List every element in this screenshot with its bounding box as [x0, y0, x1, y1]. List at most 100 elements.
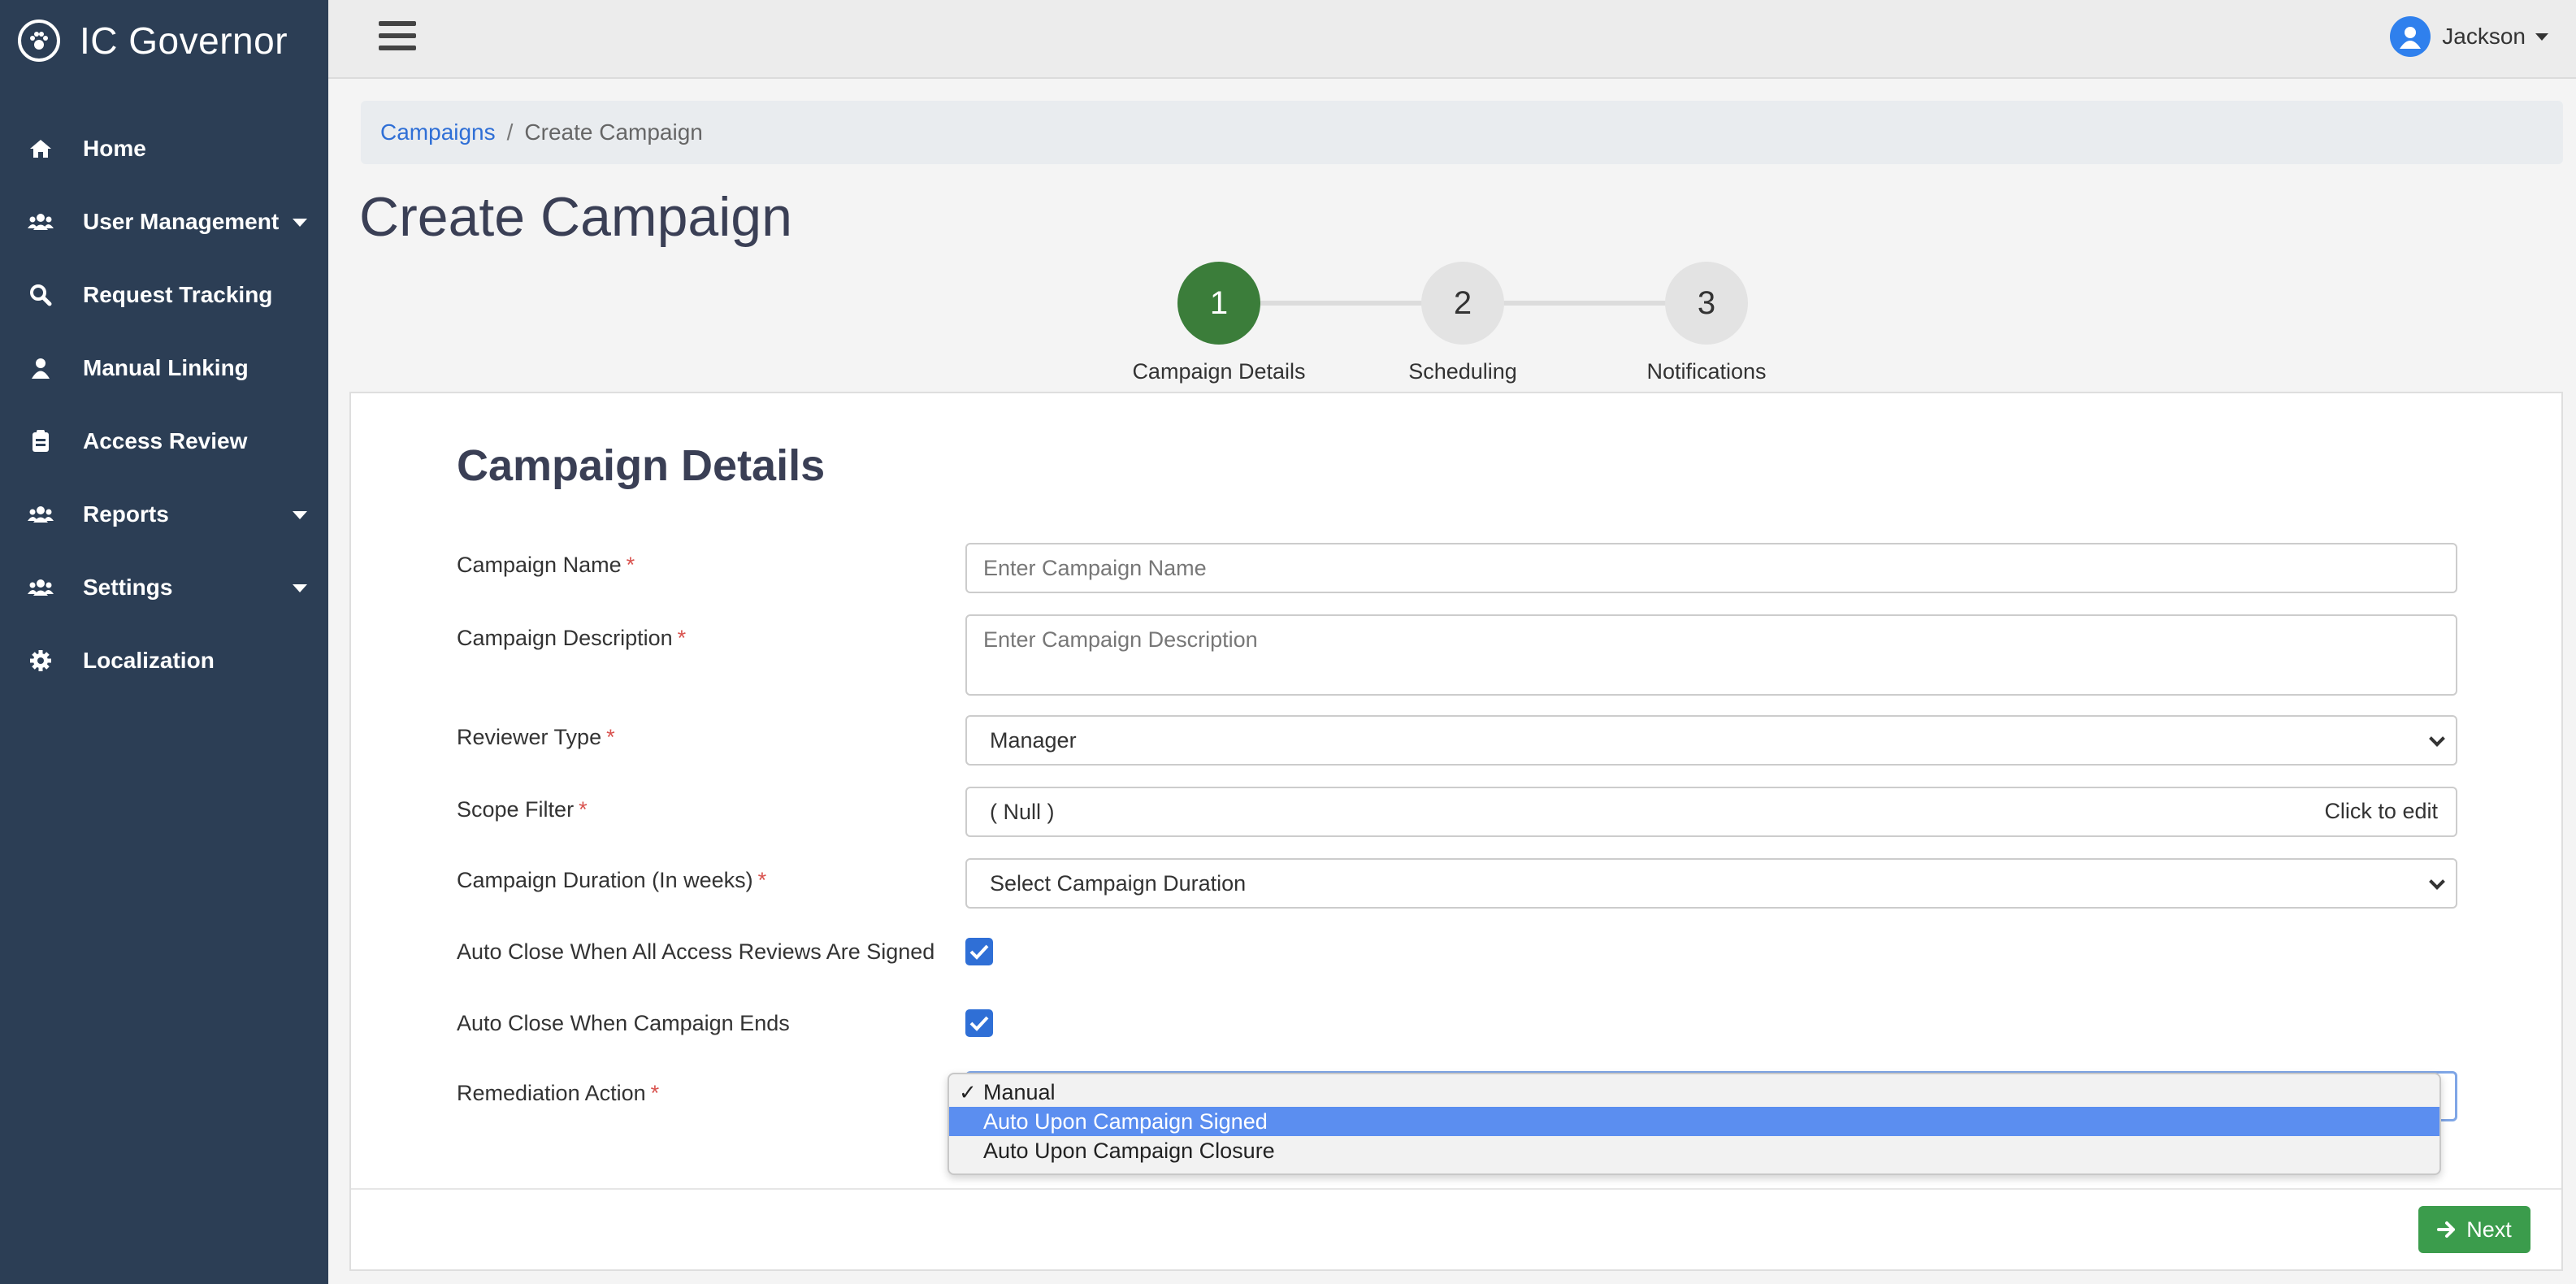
next-button[interactable]: Next	[2418, 1206, 2530, 1253]
chevron-down-icon	[2429, 731, 2445, 747]
step-notifications[interactable]: 3 Notifications	[1609, 262, 1804, 384]
auto-close-signed-checkbox[interactable]	[965, 938, 993, 965]
check-icon	[969, 1016, 989, 1031]
sidebar-item-reports[interactable]: Reports	[0, 478, 328, 551]
option-label: Auto Upon Campaign Closure	[983, 1138, 1275, 1163]
sidebar-item-label: Request Tracking	[83, 282, 273, 307]
user-menu[interactable]: Jackson	[2390, 16, 2548, 57]
step-label: Notifications	[1646, 359, 1767, 384]
stepper: 1 Campaign Details 2 Scheduling 3 Notifi…	[1121, 262, 1804, 384]
sidebar: IC Governor Home User Management Request…	[0, 0, 328, 1284]
home-icon	[28, 136, 54, 162]
campaign-duration-label: Campaign Duration (In weeks) *	[457, 868, 766, 893]
required-mark: *	[579, 797, 588, 822]
search-icon	[28, 282, 54, 308]
gear-icon	[28, 648, 54, 674]
next-label: Next	[2466, 1217, 2512, 1242]
auto-close-ends-checkbox[interactable]	[965, 1009, 993, 1037]
label-text: Scope Filter	[457, 797, 575, 822]
breadcrumb: Campaigns / Create Campaign	[361, 101, 2563, 164]
caret-down-icon	[293, 219, 307, 227]
arrow-right-icon	[2437, 1221, 2457, 1238]
caret-down-icon	[2535, 33, 2548, 41]
select-value: Select Campaign Duration	[990, 870, 1247, 896]
required-mark: *	[757, 868, 767, 892]
sidebar-item-settings[interactable]: Settings	[0, 551, 328, 624]
breadcrumb-current: Create Campaign	[524, 119, 703, 145]
sidebar-item-label: Access Review	[83, 428, 248, 453]
step-scheduling[interactable]: 2 Scheduling	[1365, 262, 1560, 384]
sidebar-item-user-management[interactable]: User Management	[0, 185, 328, 258]
sidebar-nav: Home User Management Request Tracking Ma…	[0, 112, 328, 697]
breadcrumb-campaigns-link[interactable]: Campaigns	[380, 119, 496, 145]
sidebar-item-label: Settings	[83, 575, 173, 600]
users-icon	[28, 501, 54, 527]
click-to-edit-link[interactable]: Click to edit	[2324, 799, 2438, 824]
auto-close-signed-label: Auto Close When All Access Reviews Are S…	[457, 939, 935, 964]
paw-icon	[18, 20, 60, 62]
label-text: Reviewer Type	[457, 725, 602, 749]
caret-down-icon	[293, 511, 307, 519]
required-mark: *	[606, 725, 615, 749]
sidebar-item-label: User Management	[83, 209, 280, 234]
sidebar-item-localization[interactable]: Localization	[0, 624, 328, 697]
caret-down-icon	[293, 584, 307, 592]
top-bar: Jackson	[328, 0, 2576, 79]
checkmark-icon: ✓	[959, 1079, 977, 1104]
required-mark: *	[650, 1081, 660, 1105]
avatar-icon	[2390, 16, 2431, 57]
step-number: 3	[1665, 262, 1748, 345]
scope-filter-field[interactable]: ( Null ) Click to edit	[965, 787, 2457, 837]
required-mark: *	[626, 553, 635, 577]
campaign-description-label: Campaign Description *	[457, 626, 686, 651]
select-value: Manager	[990, 727, 1077, 753]
required-mark: *	[677, 626, 687, 650]
user-name: Jackson	[2442, 24, 2526, 49]
option-auto-upon-campaign-signed[interactable]: Auto Upon Campaign Signed	[949, 1107, 2439, 1136]
page-title: Create Campaign	[359, 186, 792, 248]
sidebar-item-request-tracking[interactable]: Request Tracking	[0, 258, 328, 332]
label-text: Campaign Name	[457, 553, 622, 577]
label-text: Campaign Duration (In weeks)	[457, 868, 753, 892]
campaign-duration-select[interactable]: Select Campaign Duration	[965, 858, 2457, 909]
sidebar-item-label: Home	[83, 136, 146, 161]
sidebar-item-manual-linking[interactable]: Manual Linking	[0, 332, 328, 405]
campaign-name-label: Campaign Name *	[457, 553, 635, 578]
option-manual[interactable]: ✓ Manual	[949, 1078, 2439, 1107]
auto-close-ends-label: Auto Close When Campaign Ends	[457, 1011, 790, 1035]
step-campaign-details[interactable]: 1 Campaign Details	[1121, 262, 1316, 384]
scope-filter-value: ( Null )	[990, 799, 1055, 824]
option-label: Manual	[983, 1079, 1056, 1104]
step-number: 1	[1177, 262, 1260, 345]
step-label: Scheduling	[1408, 359, 1517, 384]
menu-toggle-icon[interactable]	[379, 21, 416, 55]
check-icon	[969, 944, 989, 960]
users-icon	[28, 575, 54, 601]
user-icon	[28, 355, 54, 381]
scope-filter-label: Scope Filter *	[457, 797, 588, 822]
step-number: 2	[1421, 262, 1504, 345]
brand[interactable]: IC Governor	[18, 16, 288, 65]
clipboard-icon	[28, 428, 54, 454]
option-auto-upon-campaign-closure[interactable]: Auto Upon Campaign Closure	[949, 1136, 2439, 1165]
card-footer-divider	[351, 1188, 2561, 1190]
label-text: Campaign Description	[457, 626, 673, 650]
step-label: Campaign Details	[1132, 359, 1306, 384]
reviewer-type-label: Reviewer Type *	[457, 725, 615, 750]
label-text: Remediation Action	[457, 1081, 646, 1105]
breadcrumb-separator: /	[506, 119, 514, 145]
sidebar-item-label: Localization	[83, 648, 215, 673]
remediation-action-dropdown: ✓ Manual Auto Upon Campaign Signed Auto …	[948, 1073, 2441, 1175]
sidebar-item-home[interactable]: Home	[0, 112, 328, 185]
chevron-down-icon	[2429, 874, 2445, 890]
campaign-name-input[interactable]: Enter Campaign Name	[965, 543, 2457, 593]
sidebar-item-access-review[interactable]: Access Review	[0, 405, 328, 478]
users-icon	[28, 209, 54, 235]
remediation-action-label: Remediation Action *	[457, 1081, 659, 1106]
sidebar-item-label: Reports	[83, 501, 169, 527]
option-label: Auto Upon Campaign Signed	[983, 1108, 1268, 1134]
campaign-description-textarea[interactable]: Enter Campaign Description	[965, 614, 2457, 696]
reviewer-type-select[interactable]: Manager	[965, 715, 2457, 766]
app-title: IC Governor	[80, 20, 288, 62]
section-title: Campaign Details	[457, 441, 826, 490]
